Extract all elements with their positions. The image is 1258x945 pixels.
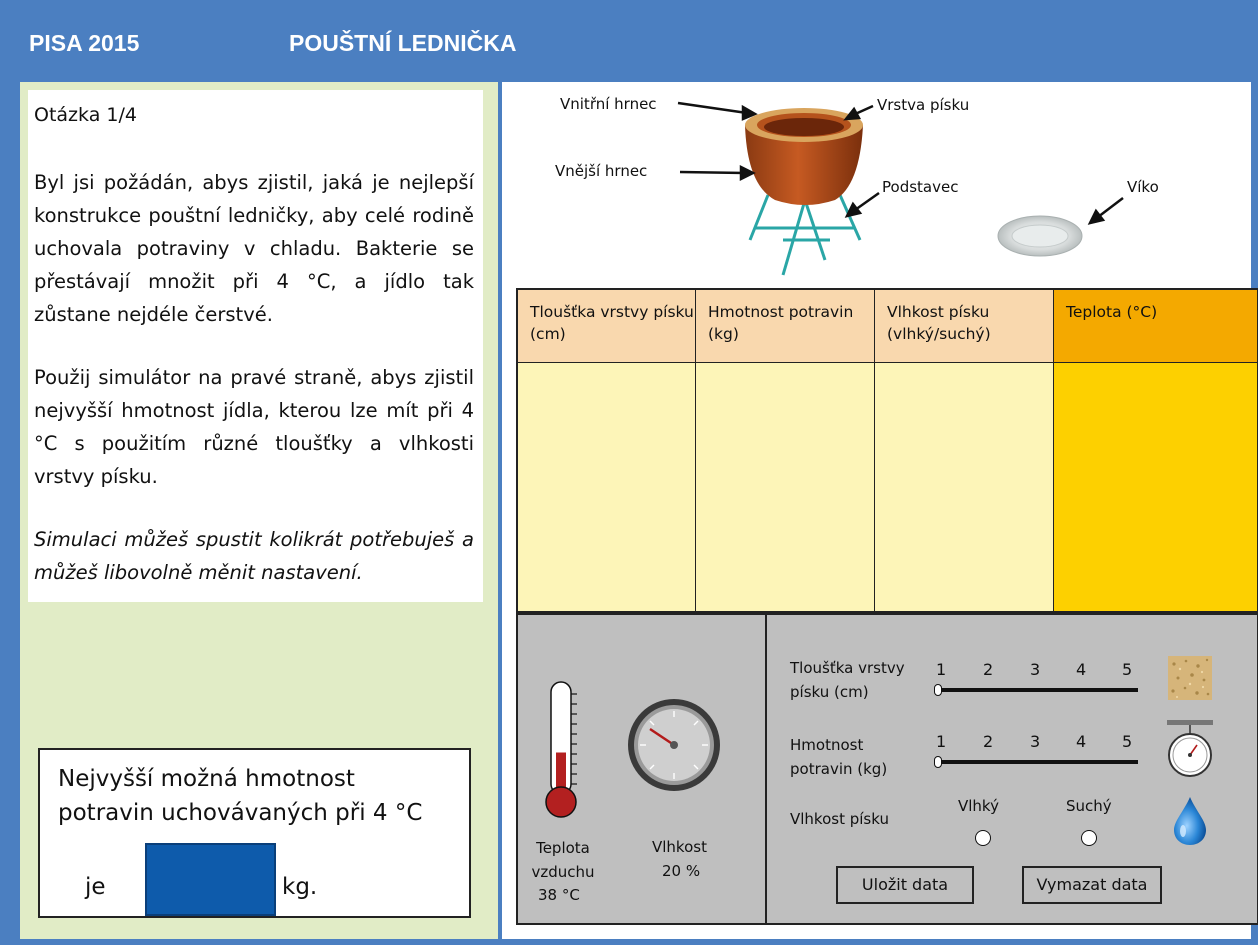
weight-tick-1: 1 (936, 732, 947, 751)
moisture-option-dry-label: Suchý (1066, 797, 1112, 815)
table-column-sand-moisture (875, 363, 1054, 611)
program-name: PISA 2015 (29, 30, 140, 56)
question-paragraph-3: Simulaci můžeš spustit kolikrát potřebuj… (34, 528, 474, 584)
scale-icon (1167, 720, 1213, 777)
question-paragraph-1: Byl jsi požádán, abys zjistil, jaká je n… (34, 171, 474, 326)
answer-prompt: Nejvyšší možná hmotnost potravin uchováv… (58, 766, 423, 826)
label-lid: Víko (1127, 178, 1159, 196)
sand-moisture-label: Vlhkost písku (790, 810, 889, 828)
food-weight-slider[interactable] (938, 760, 1138, 764)
sand-thickness-slider[interactable] (938, 688, 1138, 692)
sand-thickness-slider-thumb[interactable] (934, 684, 942, 696)
answer-input[interactable] (145, 843, 276, 916)
humidity-label: Vlhkost (652, 838, 707, 856)
answer-prefix: je (85, 874, 106, 900)
answer-unit: kg. (282, 874, 318, 900)
sand-thickness-label: Tloušťka vrstvy písku (cm) (790, 659, 905, 701)
table-column-sand-thickness (518, 363, 696, 611)
food-weight-slider-thumb[interactable] (934, 756, 942, 768)
sand-tick-3: 3 (1030, 660, 1041, 679)
moisture-option-wet-label: Vlhký (958, 797, 999, 815)
weight-tick-4: 4 (1076, 732, 1087, 751)
results-table: Tloušťka vrstvy písku (cm) Hmotnost potr… (516, 288, 1258, 613)
food-weight-label: Hmotnost potravin (kg) (790, 736, 888, 778)
label-inner-pot: Vnitřní hrnec (560, 95, 657, 113)
unit-title: POUŠTNÍ LEDNIČKA (289, 30, 517, 56)
clear-data-button[interactable]: Vymazat data (1022, 866, 1162, 904)
weight-tick-5: 5 (1122, 732, 1133, 751)
table-header-food-weight: Hmotnost potravin (kg) (696, 290, 875, 363)
table-column-temperature (1054, 363, 1257, 611)
label-outer-pot: Vnější hrnec (555, 162, 648, 180)
save-data-button[interactable]: Uložit data (836, 866, 974, 904)
table-header-sand-moisture: Vlhkost písku (vlhký/suchý) (875, 290, 1054, 363)
sand-icon (1168, 656, 1212, 700)
stand (748, 194, 862, 276)
moisture-radio-wet[interactable] (975, 830, 991, 846)
humidity-value: 20 % (662, 862, 701, 880)
table-header-temperature: Teplota (°C) (1054, 290, 1257, 363)
air-temperature-value: 38 °C (538, 886, 580, 904)
weight-tick-3: 3 (1030, 732, 1041, 751)
air-temperature-label: Teplota vzduchu (531, 839, 595, 881)
table-header-sand-thickness: Tloušťka vrstvy písku (cm) (518, 290, 696, 363)
sand-tick-4: 4 (1076, 660, 1087, 679)
header-bar: PISA 2015 POUŠTNÍ LEDNIČKA (0, 0, 1258, 82)
question-paragraph-2: Použij simulátor na pravé straně, abys z… (34, 366, 474, 488)
weight-tick-2: 2 (983, 732, 994, 751)
water-drop-icon (1174, 797, 1206, 845)
sand-tick-5: 5 (1122, 660, 1133, 679)
sand-tick-1: 1 (936, 660, 947, 679)
thermometer-icon (545, 681, 577, 818)
label-sand-layer: Vrstva písku (877, 96, 970, 114)
controls-divider (765, 613, 767, 925)
humidity-gauge-icon (628, 699, 720, 791)
table-column-food-weight (696, 363, 875, 611)
label-stand: Podstavec (882, 178, 959, 196)
question-number: Otázka 1/4 (34, 104, 137, 126)
sand-tick-2: 2 (983, 660, 994, 679)
moisture-radio-dry[interactable] (1081, 830, 1097, 846)
